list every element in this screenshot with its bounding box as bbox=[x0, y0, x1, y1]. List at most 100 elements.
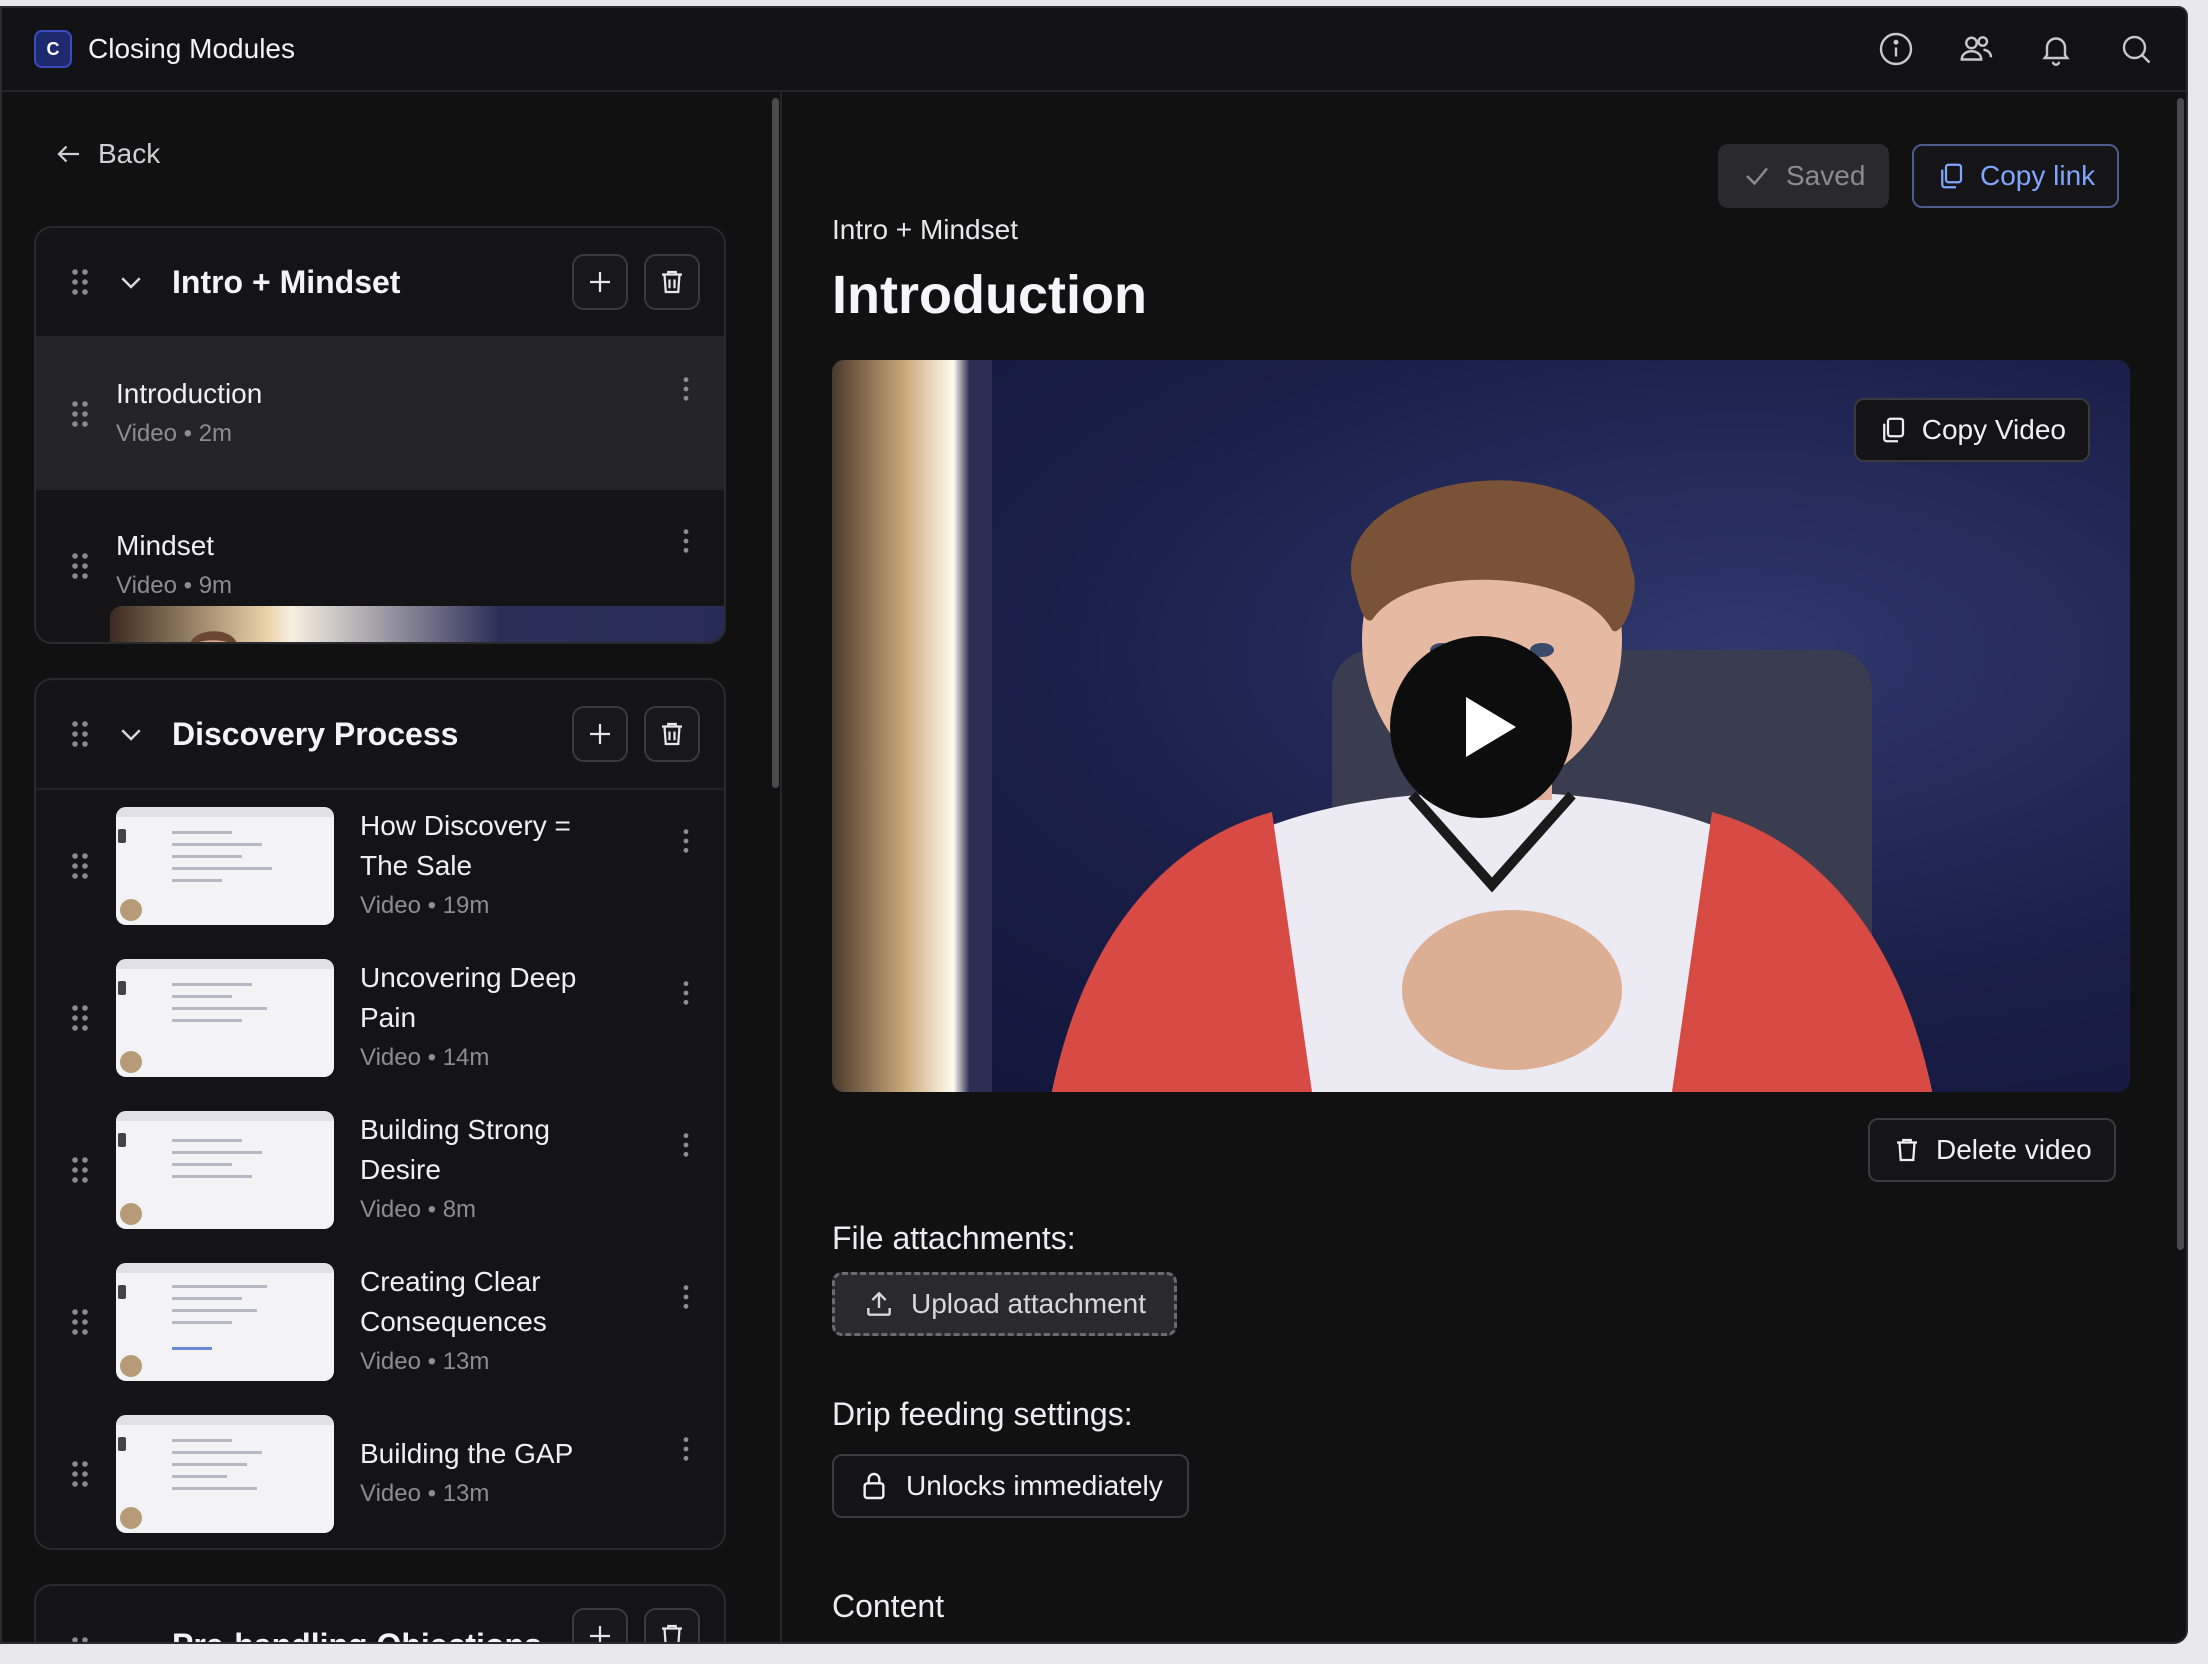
saved-label: Saved bbox=[1786, 160, 1866, 191]
lesson-meta: Video • 9m bbox=[116, 572, 233, 599]
back-label: Back bbox=[98, 138, 161, 169]
plus-icon bbox=[590, 272, 610, 292]
more-vertical-icon[interactable] bbox=[682, 980, 690, 1006]
users-icon[interactable] bbox=[1958, 31, 1994, 67]
delete-module-button[interactable] bbox=[644, 706, 700, 762]
module-card: Discovery Process How Discovery = The Sa… bbox=[34, 678, 726, 1550]
top-bar: C Closing Modules bbox=[2, 8, 2186, 92]
drag-handle-icon[interactable] bbox=[70, 552, 90, 580]
lesson-item[interactable]: How Discovery = The Sale Video • 19m bbox=[36, 790, 724, 942]
back-button[interactable]: Back bbox=[54, 138, 160, 170]
play-button[interactable] bbox=[1390, 636, 1572, 818]
trash-icon bbox=[662, 722, 682, 746]
unlock-label: Unlocks immediately bbox=[906, 1470, 1163, 1501]
more-vertical-icon[interactable] bbox=[682, 1132, 690, 1158]
module-title: Intro + Mindset bbox=[172, 263, 401, 300]
page-title: Introduction bbox=[832, 265, 1147, 325]
copy-video-button[interactable]: Copy Video bbox=[1853, 398, 2090, 462]
lesson-title: Creating Clear Consequences bbox=[360, 1266, 547, 1337]
more-vertical-icon[interactable] bbox=[682, 1436, 690, 1462]
lesson-title: Introduction bbox=[116, 378, 263, 409]
content-label: Content bbox=[832, 1588, 945, 1624]
upload-icon bbox=[867, 1291, 891, 1316]
upload-attachment-button[interactable]: Upload attachment bbox=[832, 1272, 1178, 1336]
drag-handle-icon[interactable] bbox=[70, 852, 90, 880]
add-lesson-button[interactable] bbox=[572, 706, 628, 762]
copy-icon bbox=[1882, 417, 1904, 443]
lesson-meta: Video • 13m bbox=[360, 1348, 490, 1375]
arrow-left-icon bbox=[57, 145, 79, 163]
module-header[interactable]: Discovery Process bbox=[36, 680, 724, 790]
drip-feeding-label: Drip feeding settings: bbox=[832, 1396, 1133, 1432]
plus-icon bbox=[590, 1626, 610, 1642]
chevron-down-icon[interactable] bbox=[116, 719, 146, 749]
drag-handle-icon[interactable] bbox=[70, 1004, 90, 1032]
search-icon[interactable] bbox=[2118, 31, 2154, 67]
saved-button[interactable]: Saved bbox=[1718, 144, 1890, 208]
lesson-thumbnail bbox=[116, 807, 334, 925]
copy-link-button[interactable]: Copy link bbox=[1912, 144, 2120, 208]
more-vertical-icon[interactable] bbox=[682, 376, 690, 402]
more-vertical-icon[interactable] bbox=[682, 828, 690, 854]
lesson-item[interactable]: Uncovering Deep Pain Video • 14m bbox=[36, 942, 724, 1094]
drag-handle-icon[interactable] bbox=[70, 720, 90, 748]
lesson-item[interactable]: Mindset Video • 9m bbox=[36, 490, 724, 642]
delete-module-button[interactable] bbox=[644, 1608, 700, 1642]
lesson-thumbnail bbox=[116, 1263, 334, 1381]
module-card: Intro + Mindset Introduction Video • 2m bbox=[34, 226, 726, 644]
main-panel: Saved Copy link Intro + Mindset Introduc… bbox=[784, 92, 2186, 1642]
lesson-item[interactable]: Building Strong Desire Video • 8m bbox=[36, 1094, 724, 1246]
add-lesson-button[interactable] bbox=[572, 254, 628, 310]
drag-handle-icon[interactable] bbox=[70, 1308, 90, 1336]
lesson-thumbnail bbox=[116, 1415, 334, 1533]
module-header[interactable]: Intro + Mindset bbox=[36, 228, 724, 338]
app-title: Closing Modules bbox=[88, 33, 295, 64]
copy-video-label: Copy Video bbox=[1921, 414, 2066, 445]
trash-icon bbox=[662, 270, 682, 294]
delete-module-button[interactable] bbox=[644, 254, 700, 310]
module-title: Discovery Process bbox=[172, 715, 459, 752]
check-icon bbox=[1746, 167, 1768, 186]
trash-icon bbox=[1897, 1138, 1917, 1162]
more-vertical-icon[interactable] bbox=[682, 528, 690, 554]
info-icon[interactable] bbox=[1878, 31, 1914, 67]
lesson-thumbnail bbox=[116, 1111, 334, 1229]
unlock-setting-button[interactable]: Unlocks immediately bbox=[832, 1454, 1189, 1518]
play-icon bbox=[1466, 697, 1516, 757]
delete-video-button[interactable]: Delete video bbox=[1868, 1118, 2116, 1182]
breadcrumb: Intro + Mindset bbox=[832, 214, 1018, 245]
top-icons bbox=[1878, 31, 2154, 67]
lock-icon bbox=[863, 1472, 885, 1500]
upload-label: Upload attachment bbox=[911, 1288, 1147, 1319]
lesson-title: How Discovery = The Sale bbox=[360, 810, 571, 881]
lesson-meta: Video • 13m bbox=[360, 1480, 490, 1507]
module-title: Pre-handling Objections bbox=[172, 1627, 542, 1642]
chevron-down-icon[interactable] bbox=[116, 1634, 146, 1642]
lesson-title: Building Strong Desire bbox=[360, 1114, 550, 1185]
lesson-item[interactable]: Building the GAP Video • 13m bbox=[36, 1398, 724, 1548]
app-logo: C bbox=[34, 30, 72, 68]
video-player[interactable]: Copy Video bbox=[832, 360, 2130, 1092]
drag-handle-icon[interactable] bbox=[70, 400, 90, 428]
sidebar-scrollbar[interactable] bbox=[772, 98, 779, 788]
delete-video-label: Delete video bbox=[1936, 1134, 2092, 1165]
lesson-title: Building the GAP bbox=[360, 1438, 574, 1469]
copy-icon bbox=[1941, 163, 1963, 189]
lesson-item[interactable]: Introduction Video • 2m bbox=[36, 338, 724, 642]
chevron-down-icon[interactable] bbox=[116, 267, 146, 297]
more-vertical-icon[interactable] bbox=[682, 1284, 690, 1310]
drag-handle-icon[interactable] bbox=[70, 1460, 90, 1488]
drag-handle-icon[interactable] bbox=[70, 1156, 90, 1184]
main-scrollbar[interactable] bbox=[2177, 98, 2184, 1250]
lesson-meta: Video • 8m bbox=[360, 1196, 477, 1223]
module-header[interactable]: Pre-handling Objections bbox=[36, 1586, 724, 1642]
file-attachments-label: File attachments: bbox=[832, 1220, 1076, 1256]
app-window: C Closing Modules Back Intro + Mindset I… bbox=[0, 6, 2188, 1644]
lesson-title: Uncovering Deep Pain bbox=[360, 962, 577, 1033]
drag-handle-icon[interactable] bbox=[70, 268, 90, 296]
drag-handle-icon[interactable] bbox=[70, 1636, 90, 1642]
module-card: Pre-handling Objections bbox=[34, 1584, 726, 1642]
lesson-item[interactable]: Creating Clear Consequences Video • 13m bbox=[36, 1246, 724, 1398]
bell-icon[interactable] bbox=[2038, 31, 2074, 67]
add-lesson-button[interactable] bbox=[572, 1608, 628, 1642]
